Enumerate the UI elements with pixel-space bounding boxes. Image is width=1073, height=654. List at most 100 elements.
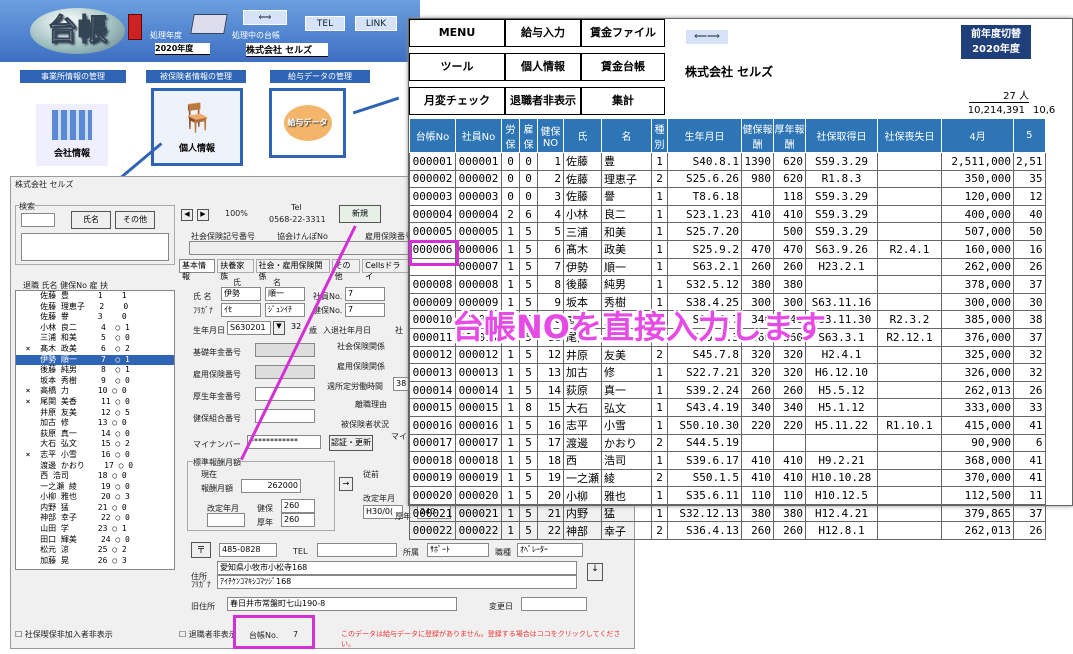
table-cell[interactable]: 8	[519, 398, 538, 417]
table-cell[interactable]: 000022	[455, 521, 502, 541]
table-cell[interactable]: 井原	[563, 345, 602, 365]
table-cell[interactable]: 1	[501, 398, 520, 417]
table-cell[interactable]: 340	[773, 398, 806, 417]
table-row[interactable]: 000007 1 5 7 伊勢 順一 1 S63.2.1 260 260 H23.2.1 262,00…	[409, 257, 1046, 277]
table-cell[interactable]: 5	[519, 363, 538, 382]
company-info-tile[interactable]: 会社情報	[36, 104, 108, 166]
table-cell[interactable]: 16	[537, 415, 564, 435]
table-cell[interactable]: 368,000	[941, 451, 1014, 470]
table-cell[interactable]: 000010	[409, 310, 456, 329]
search-input[interactable]	[21, 213, 55, 227]
table-cell[interactable]: 000001	[455, 152, 502, 171]
table-cell[interactable]: 220	[741, 415, 774, 435]
table-cell[interactable]: 1	[651, 257, 668, 277]
table-row[interactable]: 000021 000021 1 5 21 内野猛 1 S32.12.13 380 380 H12.4…	[409, 503, 1046, 523]
employee-list-item[interactable]: 松元 涼 25 ○ 2	[16, 545, 174, 556]
table-cell[interactable]: 000012	[455, 345, 502, 365]
check-hide-retired[interactable]: ☐ 退職者非表示	[179, 629, 237, 640]
table-row[interactable]: 000005 000005 1 5 5 三浦 和美 1 S25.7.20 500 S59.3.29 5…	[409, 222, 1046, 241]
table-cell[interactable]: 000019	[455, 468, 502, 488]
table-cell[interactable]: 0	[519, 169, 538, 189]
search-name-button[interactable]: 氏名	[71, 211, 111, 229]
table-cell[interactable]: 2	[651, 521, 668, 541]
table-cell[interactable]: H6.12.10	[805, 363, 878, 382]
wage-ledger-button[interactable]: 賃金台帳	[581, 53, 665, 81]
table-cell[interactable]: 000005	[455, 222, 502, 241]
table-cell[interactable]: 50	[1013, 222, 1046, 241]
table-cell[interactable]: 410	[773, 451, 806, 470]
employee-list-item[interactable]: 内野 猛 21 ○ 0	[16, 503, 174, 514]
table-cell[interactable]: S59.3.29	[805, 152, 878, 171]
table-cell[interactable]: 佐藤	[563, 187, 602, 206]
table-cell[interactable]: 000005	[409, 222, 456, 241]
table-cell[interactable]: H23.2.1	[805, 257, 878, 277]
table-cell[interactable]: 5	[519, 503, 538, 523]
table-cell[interactable]: 320	[773, 363, 806, 382]
table-cell[interactable]: 1	[501, 433, 520, 453]
table-cell[interactable]: 5	[519, 239, 538, 259]
table-cell[interactable]: かおり	[601, 433, 652, 453]
summary-button[interactable]: 集計	[581, 87, 665, 115]
table-cell[interactable]: 1	[501, 345, 520, 365]
table-cell[interactable]: 000002	[409, 169, 456, 189]
table-cell[interactable]: 佐藤	[563, 152, 602, 171]
table-cell[interactable]: 000003	[455, 187, 502, 206]
employee-list-item[interactable]: 田口 輝美 24 ○ 0	[16, 535, 174, 546]
table-cell[interactable]: 350,000	[941, 169, 1014, 189]
table-cell[interactable]: 1	[501, 380, 520, 400]
check-hide-shaho[interactable]: ☐ 社保喫保非加入者非表示	[15, 629, 113, 640]
addr-kana-input[interactable]: ｱｲﾁｹﾝｺﾏｷｼｺﾏﾂｼﾞ168	[217, 575, 577, 589]
table-cell[interactable]: 順一	[601, 257, 652, 277]
table-cell[interactable]: 大石	[563, 398, 602, 417]
employee-list-item[interactable]: 小林 良二 4 ○ 1	[16, 323, 174, 334]
table-cell[interactable]: 260	[741, 521, 774, 541]
table-cell[interactable]: 90,900	[941, 433, 1014, 453]
table-cell[interactable]: 000017	[455, 433, 502, 453]
table-row[interactable]: 000004 000004 2 6 4 小林 良二 1 S23.1.23 410 410 S59.3.…	[409, 204, 1046, 224]
kiso-input[interactable]	[255, 343, 315, 357]
table-cell[interactable]: 1	[651, 275, 668, 294]
table-cell[interactable]: 理恵子	[601, 169, 652, 189]
table-row[interactable]: 000002 000002 0 0 2 佐藤 理恵子 2 S25.6.26 980 620 R1.8.…	[409, 169, 1046, 189]
table-cell[interactable]: 1390	[741, 152, 774, 171]
ninsho-button[interactable]: 認証・更新	[329, 435, 373, 451]
nav-first-button[interactable]: ◀	[181, 209, 193, 221]
table-cell[interactable]: 380	[773, 275, 806, 294]
table-cell[interactable]: S50.1.5	[667, 468, 742, 488]
table-cell[interactable]: H10.12.5	[805, 486, 878, 505]
table-cell[interactable]	[877, 345, 942, 365]
table-cell[interactable]: 370,000	[941, 468, 1014, 488]
monthly-check-button[interactable]: 月変チェック	[409, 87, 505, 115]
table-cell[interactable]: 410	[773, 204, 806, 224]
copy-arrow-button[interactable]: →	[339, 477, 353, 491]
table-cell[interactable]: 6	[519, 204, 538, 224]
table-cell[interactable]	[741, 187, 774, 206]
table-cell[interactable]: 友美	[601, 345, 652, 365]
table-cell[interactable]	[877, 257, 942, 277]
table-cell[interactable]: S25.6.26	[667, 169, 742, 189]
table-cell[interactable]: 1	[501, 239, 520, 259]
table-cell[interactable]: 1	[651, 363, 668, 382]
mei-input[interactable]: 順一	[265, 287, 305, 301]
table-cell[interactable]: 11	[1013, 486, 1046, 505]
table-row[interactable]: 000018 000018 1 5 18 西浩司 1 S39.6.17 410 410 H9.2.2…	[409, 451, 1046, 470]
table-cell[interactable]: H5.5.12	[805, 380, 878, 400]
table-cell[interactable]: 政美	[601, 239, 652, 259]
table-row[interactable]: 000013 000013 1 5 13 加古修 1 S22.7.21 320 320 H6.12.…	[409, 363, 1046, 382]
table-cell[interactable]: 1	[651, 187, 668, 206]
table-cell[interactable]: 0	[501, 187, 520, 206]
employee-list-item[interactable]: 荻原 真一 14 ○ 0	[16, 429, 174, 440]
table-cell[interactable]: 410	[741, 204, 774, 224]
table-cell[interactable]: 300,000	[941, 292, 1014, 312]
table-cell[interactable]: H9.2.21	[805, 451, 878, 470]
table-cell[interactable]	[877, 521, 942, 541]
kosei2-input[interactable]: 260	[281, 513, 315, 527]
table-cell[interactable]: 8	[537, 275, 564, 294]
table-row[interactable]: 000020 000020 1 5 20 小柳 雅也 1 S35.6.11 110 110 H10.1…	[409, 486, 1046, 505]
table-cell[interactable]: 000012	[409, 345, 456, 365]
table-cell[interactable]: 262,013	[941, 380, 1014, 400]
employee-list-item[interactable]: 山田 学 23 ○ 1	[16, 524, 174, 535]
table-row[interactable]: 000003 000003 0 0 3 佐藤譽 1 T8.6.18 118 S59.3.29 120…	[409, 187, 1046, 206]
table-cell[interactable]: 000022	[409, 521, 456, 541]
table-cell[interactable]: 1	[651, 398, 668, 417]
